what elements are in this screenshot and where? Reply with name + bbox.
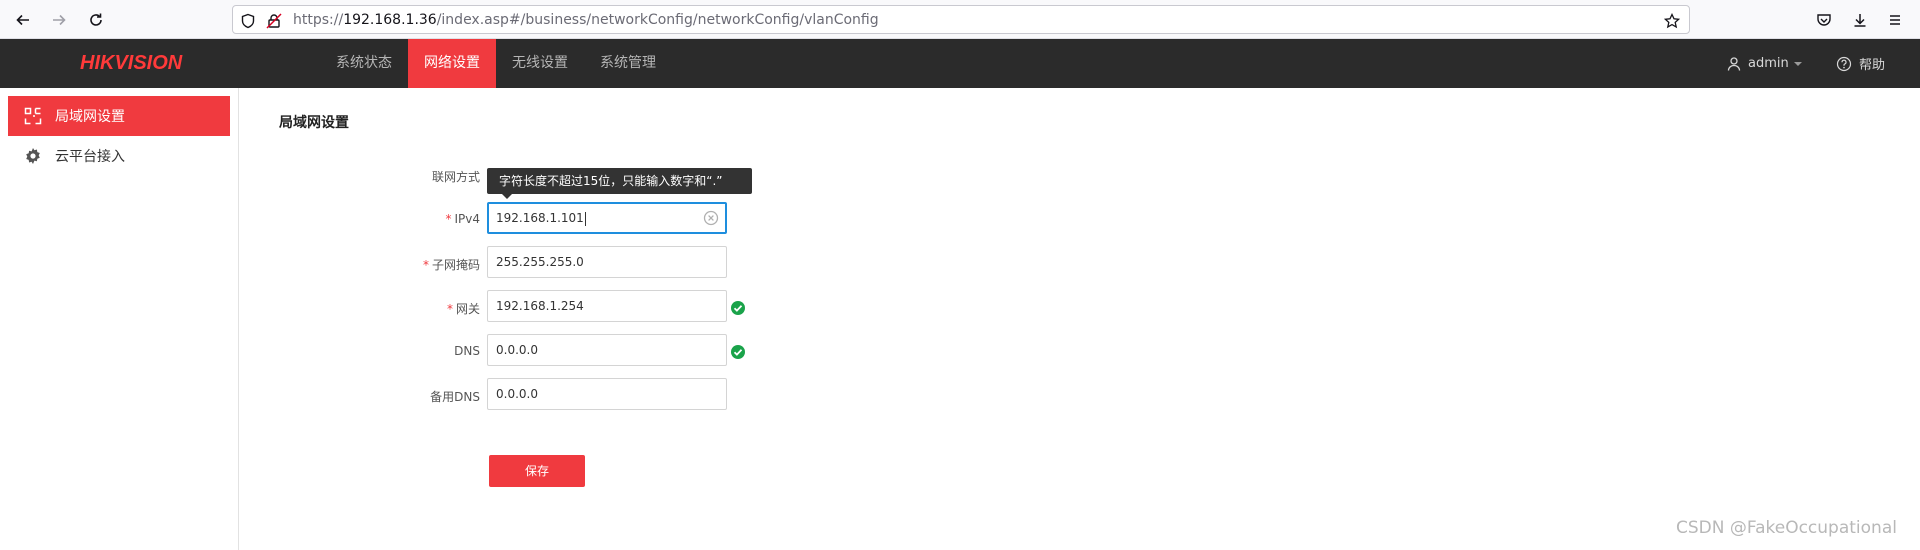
back-arrow-icon <box>16 14 29 26</box>
clear-input-icon[interactable] <box>703 210 719 226</box>
app-header: HIKVISION 系统状态 网络设置 无线设置 系统管理 admin 帮助 <box>0 39 1920 88</box>
browser-toolbar: https://192.168.1.36/index.asp#/business… <box>0 0 1920 39</box>
required-mark: * <box>446 302 453 316</box>
check-circle-icon <box>731 345 745 359</box>
gateway-input[interactable]: 192.168.1.254 <box>487 290 727 322</box>
text-cursor <box>584 211 586 226</box>
dns-label: DNS <box>454 344 480 358</box>
page-title: 局域网设置 <box>279 115 349 131</box>
backup-dns-label: 备用DNS <box>430 390 480 404</box>
save-button[interactable]: 保存 <box>489 455 585 487</box>
csdn-watermark: CSDN @FakeOccupational <box>1676 518 1897 538</box>
nav-system-management[interactable]: 系统管理 <box>584 39 672 88</box>
download-icon <box>1854 14 1866 27</box>
shield-icon[interactable] <box>239 12 257 30</box>
help-icon <box>1836 56 1852 71</box>
forward-button[interactable] <box>47 8 71 32</box>
sidebar-item-cloud-access[interactable]: 云平台接入 <box>8 136 230 176</box>
caret-down-icon <box>1793 61 1802 66</box>
downloads-button[interactable] <box>1848 8 1872 32</box>
main-nav: 系统状态 网络设置 无线设置 系统管理 <box>320 39 672 88</box>
validation-tooltip: 字符长度不超过15位，只能输入数字和“.” <box>487 168 752 194</box>
bookmark-star-icon[interactable] <box>1663 12 1681 30</box>
gear-icon <box>23 146 43 166</box>
url-scheme: https:// <box>293 12 344 28</box>
lan-icon <box>23 106 43 126</box>
ipv4-input[interactable]: 192.168.1.101 <box>487 202 727 234</box>
user-menu[interactable]: admin <box>1726 39 1803 88</box>
sidebar-item-label: 局域网设置 <box>55 109 125 125</box>
nav-system-status[interactable]: 系统状态 <box>320 39 408 88</box>
hikvision-logo: HIKVISION <box>80 52 183 74</box>
reload-button[interactable] <box>84 8 108 32</box>
hamburger-menu-icon <box>1890 15 1900 25</box>
dns-value: 0.0.0.0 <box>496 343 538 357</box>
subnet-mask-value: 255.255.255.0 <box>496 255 584 269</box>
reload-icon <box>90 13 102 26</box>
subnet-mask-input[interactable]: 255.255.255.0 <box>487 246 727 278</box>
address-bar[interactable]: https://192.168.1.36/index.asp#/business… <box>232 5 1690 34</box>
user-icon <box>1727 56 1741 71</box>
required-mark: * <box>422 258 429 272</box>
username: admin <box>1748 56 1789 71</box>
back-button[interactable] <box>11 8 35 32</box>
sidebar-item-label: 云平台接入 <box>55 149 125 165</box>
nav-wireless-settings[interactable]: 无线设置 <box>496 39 584 88</box>
sidebar: 局域网设置 云平台接入 <box>0 88 239 550</box>
help-label: 帮助 <box>1859 58 1886 73</box>
url-path: /index.asp#/business/networkConfig/netwo… <box>436 12 879 28</box>
url-text[interactable]: https://192.168.1.36/index.asp#/business… <box>293 12 879 28</box>
gateway-label: * 网关 <box>446 302 480 316</box>
help-link[interactable]: 帮助 <box>1836 39 1885 88</box>
required-mark: * <box>445 212 452 226</box>
tooltip-arrow <box>502 194 512 199</box>
ipv4-value: 192.168.1.101 <box>496 211 584 225</box>
menu-button[interactable] <box>1883 8 1907 32</box>
pocket-icon <box>1817 14 1831 26</box>
check-circle-icon <box>731 301 745 315</box>
nav-network-settings[interactable]: 网络设置 <box>408 39 496 88</box>
connection-mode-label: 联网方式 <box>431 170 480 184</box>
ipv4-label: * IPv4 <box>445 212 480 226</box>
subnet-mask-label: * 子网掩码 <box>422 258 480 272</box>
backup-dns-input[interactable]: 0.0.0.0 <box>487 378 727 410</box>
insecure-lock-icon[interactable] <box>265 12 283 30</box>
gateway-value: 192.168.1.254 <box>496 299 584 313</box>
url-host: 192.168.1.36 <box>343 12 437 28</box>
pocket-button[interactable] <box>1812 8 1836 32</box>
sidebar-item-lan-settings[interactable]: 局域网设置 <box>8 96 230 136</box>
dns-input[interactable]: 0.0.0.0 <box>487 334 727 366</box>
backup-dns-value: 0.0.0.0 <box>496 387 538 401</box>
forward-arrow-icon <box>53 14 66 26</box>
